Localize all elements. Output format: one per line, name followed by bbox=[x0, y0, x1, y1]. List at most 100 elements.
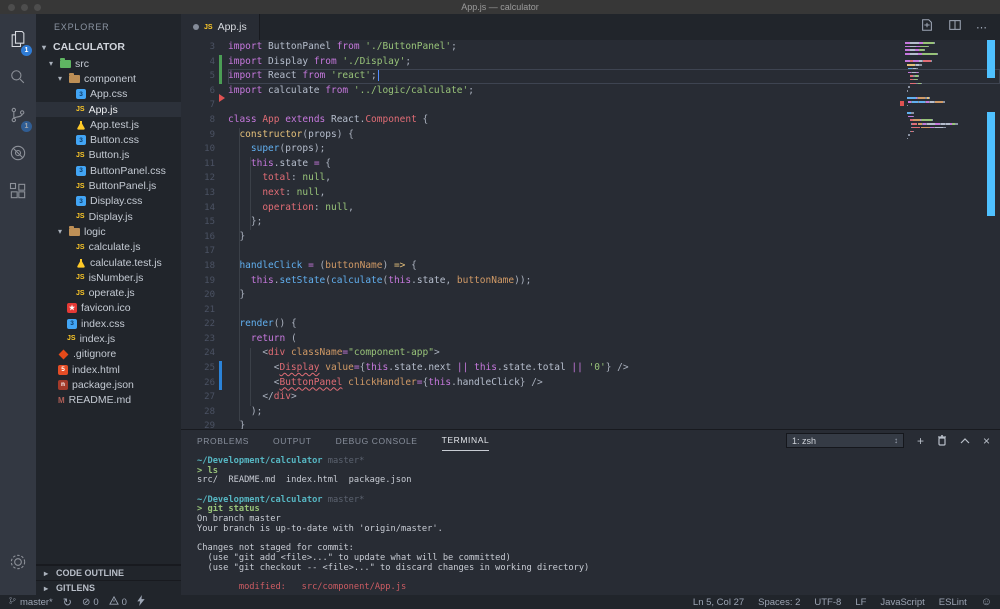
tree-item-button-js[interactable]: JS Button.js bbox=[36, 148, 181, 163]
minimap-line bbox=[905, 82, 961, 85]
overview-ruler-modified[interactable] bbox=[987, 112, 995, 216]
new-terminal-icon[interactable]: + bbox=[917, 435, 924, 447]
tree-item-operate-js[interactable]: JS operate.js bbox=[36, 285, 181, 300]
activity-explorer[interactable]: 1 bbox=[0, 22, 36, 60]
git-deleted-marker bbox=[219, 94, 225, 103]
panel-tab-terminal[interactable]: TERMINAL bbox=[441, 430, 490, 451]
tree-item-index-js[interactable]: JS index.js bbox=[36, 331, 181, 346]
tree-item-buttonpanel-js[interactable]: JS ButtonPanel.js bbox=[36, 178, 181, 193]
activity-debug[interactable] bbox=[0, 136, 36, 174]
activity-search[interactable] bbox=[0, 60, 36, 98]
status-item-eslint[interactable]: ESLint bbox=[939, 597, 967, 608]
code-line: 16 } bbox=[181, 230, 1000, 245]
tree-item-isnumber-js[interactable]: JS isNumber.js bbox=[36, 270, 181, 285]
error-count: 0 bbox=[93, 596, 99, 608]
close-panel-icon[interactable]: × bbox=[983, 435, 990, 447]
tree-item-favicon-ico[interactable]: ★ favicon.ico bbox=[36, 301, 181, 316]
tree-item-calculate-js[interactable]: JS calculate.js bbox=[36, 240, 181, 255]
activity-source-control[interactable]: 1 bbox=[0, 98, 36, 136]
smiley-icon[interactable]: ☺ bbox=[981, 596, 992, 608]
code-line: 28 ); bbox=[181, 405, 1000, 420]
line-number: 9 bbox=[209, 129, 215, 140]
activity-settings[interactable] bbox=[0, 545, 36, 583]
code-line: 6 import calculate from '../logic/calcula… bbox=[181, 84, 1000, 99]
tree-item-display-js[interactable]: JS Display.js bbox=[36, 209, 181, 224]
window-title: App.js — calculator bbox=[461, 2, 539, 12]
dirty-indicator-icon bbox=[193, 24, 199, 30]
status-item-javascript[interactable]: JavaScript bbox=[880, 597, 924, 608]
code-lines: 3 import ButtonPanel from './ButtonPanel'… bbox=[181, 40, 1000, 429]
section-gitlens[interactable]: ▸ GITLENS bbox=[36, 580, 181, 595]
more-actions-icon[interactable]: ⋯ bbox=[976, 21, 988, 34]
tree-item-label: ButtonPanel.css bbox=[90, 164, 166, 177]
status-item-ln-5-col-27[interactable]: Ln 5, Col 27 bbox=[693, 597, 744, 608]
chevron-down-icon: ▾ bbox=[49, 59, 54, 69]
minimap-line bbox=[905, 67, 961, 70]
code-text: } bbox=[228, 230, 246, 242]
tree-item-buttonpanel-css[interactable]: 3 ButtonPanel.css bbox=[36, 163, 181, 178]
minimap-line bbox=[905, 126, 961, 129]
tree-item-component[interactable]: ▾ component bbox=[36, 71, 181, 86]
test-file-icon bbox=[76, 120, 86, 130]
code-line: 13 next: null, bbox=[181, 186, 1000, 201]
tree-item-readme-md[interactable]: M README.md bbox=[36, 393, 181, 408]
minimap-line bbox=[905, 112, 961, 114]
tree-item-label: index.html bbox=[72, 363, 120, 376]
tree-item-gitignore[interactable]: .gitignore bbox=[36, 347, 181, 362]
feedback-bolt-icon[interactable] bbox=[137, 595, 145, 609]
gutter-decoration bbox=[215, 317, 228, 332]
minimap[interactable] bbox=[905, 42, 961, 142]
code-text: class App extends React.Component { bbox=[228, 113, 429, 125]
sync-icon[interactable]: ↻ bbox=[63, 596, 72, 609]
line-number: 6 bbox=[209, 85, 215, 96]
terminal-shell-select[interactable]: 1: zsh ↕ bbox=[785, 433, 904, 448]
tree-item-src[interactable]: ▾ src bbox=[36, 56, 181, 71]
tree-item-button-css[interactable]: 3 Button.css bbox=[36, 132, 181, 147]
terminal-line: (use "git checkout -- <file>..." to disc… bbox=[197, 562, 590, 573]
tree-item-display-css[interactable]: 3 Display.css bbox=[36, 194, 181, 209]
error-icon: ⊘ bbox=[81, 596, 91, 608]
tree-item-logic[interactable]: ▾ logic bbox=[36, 224, 181, 239]
section-code-outline[interactable]: ▸ CODE OUTLINE bbox=[36, 565, 181, 580]
status-errors[interactable]: ⊘ 0 bbox=[82, 597, 99, 608]
open-changes-icon[interactable] bbox=[920, 18, 934, 37]
tree-item-label: calculate.test.js bbox=[90, 256, 162, 269]
tree-item-app-js[interactable]: JS App.js bbox=[36, 101, 181, 118]
tree-item-app-css[interactable]: 3 App.css bbox=[36, 87, 181, 102]
panel-tab-problems[interactable]: PROBLEMS bbox=[197, 430, 249, 451]
tree-item-label: package.json bbox=[72, 378, 134, 391]
folder-icon bbox=[69, 225, 80, 236]
tree-item-app-test-js[interactable]: App.test.js bbox=[36, 117, 181, 132]
code-text: super(props); bbox=[250, 143, 326, 155]
maximize-panel-icon[interactable] bbox=[960, 437, 970, 445]
activity-extensions[interactable] bbox=[0, 174, 36, 212]
status-warnings[interactable]: 0 bbox=[108, 595, 127, 608]
tree-item-calculate-test-js[interactable]: calculate.test.js bbox=[36, 255, 181, 270]
overview-ruler-modified[interactable] bbox=[987, 40, 995, 78]
minimap-line bbox=[905, 108, 961, 110]
gutter-decoration bbox=[215, 274, 228, 289]
terminal-output[interactable]: ~/Development/calculator master* > ls src/… bbox=[181, 451, 1000, 595]
tree-item-label: Display.js bbox=[88, 210, 133, 223]
panel-tab-output[interactable]: OUTPUT bbox=[273, 430, 312, 451]
tree-root-calculator[interactable]: ▾ CALCULATOR bbox=[36, 39, 181, 56]
tree-item-index-html[interactable]: 5 index.html bbox=[36, 362, 181, 377]
tree-item-index-css[interactable]: 3 index.css bbox=[36, 316, 181, 331]
gutter-decoration bbox=[215, 94, 228, 113]
code-editor[interactable]: 3 import ButtonPanel from './ButtonPanel'… bbox=[181, 40, 1000, 429]
tree-item-package-json[interactable]: n package.json bbox=[36, 377, 181, 392]
status-item-utf-8[interactable]: UTF-8 bbox=[814, 597, 841, 608]
panel-tab-debug-console[interactable]: DEBUG CONSOLE bbox=[336, 430, 418, 451]
terminal-line: ~/Development/calculator master* bbox=[197, 494, 365, 505]
html-file-icon: 5 bbox=[58, 364, 68, 375]
gutter-decoration bbox=[215, 142, 228, 157]
sidebar-title: EXPLORER bbox=[54, 22, 110, 32]
status-item-spaces-2[interactable]: Spaces: 2 bbox=[758, 597, 800, 608]
shell-select-value: 1: zsh bbox=[791, 435, 816, 446]
status-item-lf[interactable]: LF bbox=[855, 597, 866, 608]
tab-appjs[interactable]: JS App.js bbox=[181, 14, 260, 40]
kill-terminal-icon[interactable] bbox=[937, 435, 947, 446]
split-editor-icon[interactable] bbox=[948, 18, 962, 37]
status-bar: master* ↻ ⊘ 0 0 Ln 5, Col 27 Spaces: 2 UTF… bbox=[0, 595, 1000, 609]
status-branch[interactable]: master* bbox=[8, 595, 53, 609]
